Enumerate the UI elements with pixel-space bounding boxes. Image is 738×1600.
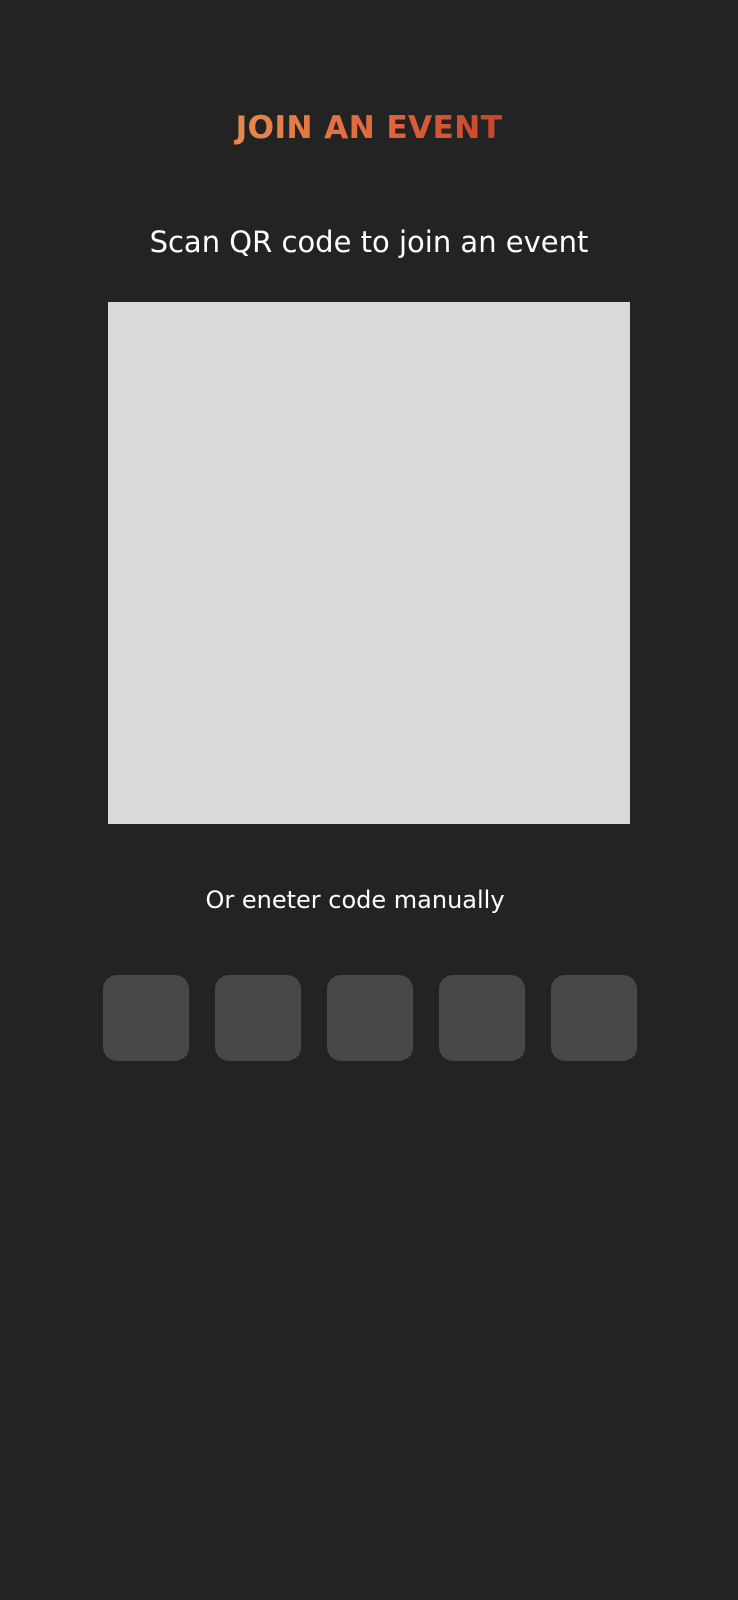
code-digit-1[interactable]: [103, 975, 189, 1061]
qr-scanner-view[interactable]: [108, 302, 630, 824]
page-title: JOIN AN EVENT: [0, 104, 738, 152]
code-digit-2[interactable]: [215, 975, 301, 1061]
code-digit-3[interactable]: [327, 975, 413, 1061]
join-event-screen: JOIN AN EVENT Scan QR code to join an ev…: [0, 0, 738, 1600]
code-digit-4[interactable]: [439, 975, 525, 1061]
code-digit-5[interactable]: [551, 975, 637, 1061]
code-input-group: [103, 975, 637, 1061]
page-title-text: JOIN AN EVENT: [236, 104, 503, 152]
scan-instruction: Scan QR code to join an event: [149, 225, 589, 259]
manual-code-label: Or eneter code manually: [205, 886, 505, 914]
